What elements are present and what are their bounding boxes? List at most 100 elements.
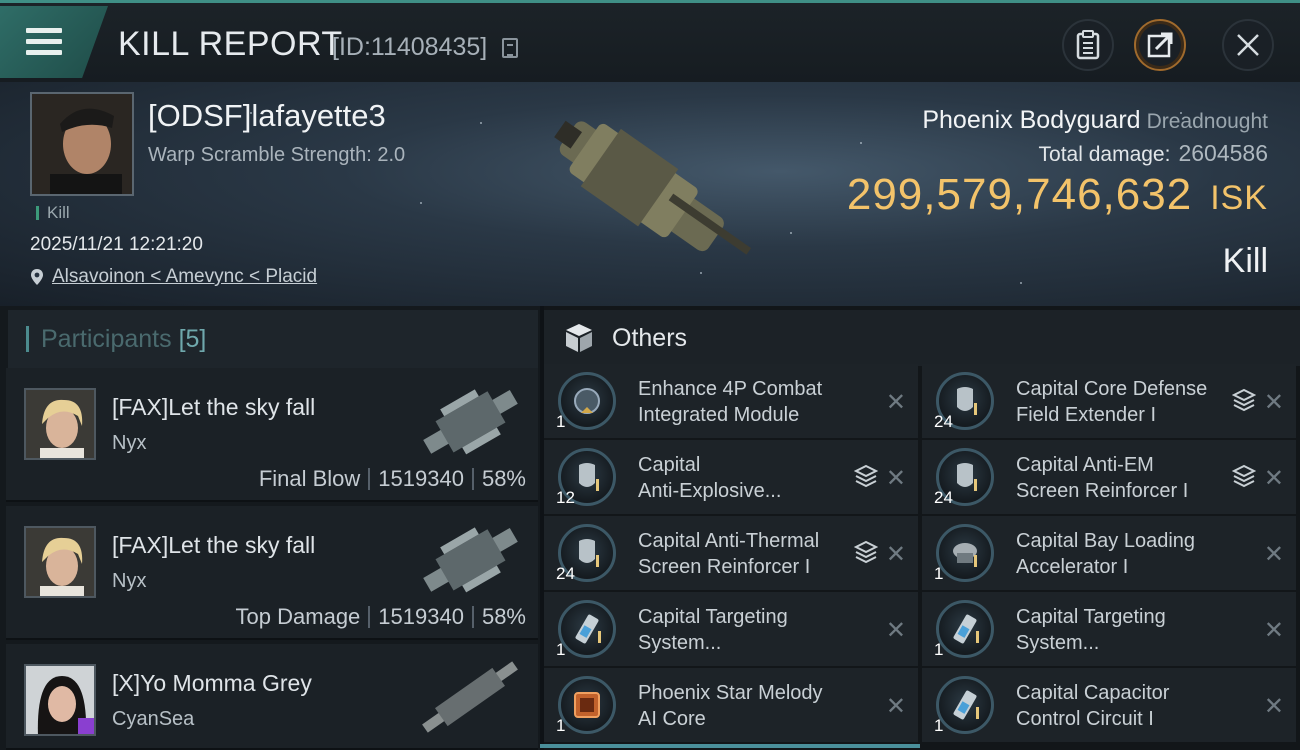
item-quantity: 24: [556, 564, 575, 583]
close-button[interactable]: [1222, 19, 1274, 71]
item-name: Capital Targeting System...: [638, 604, 848, 656]
item-name-line1: Phoenix Star Melody: [638, 682, 823, 704]
item-cell[interactable]: 24 Capital Anti-EM Screen Reinforcer I ✕: [922, 440, 1296, 514]
victim-panel: [ODSF]lafayette3 Warp Scramble Strength:…: [0, 82, 1300, 306]
participant-avatar: [24, 388, 96, 460]
stack-icon[interactable]: [1231, 464, 1257, 493]
destroyed-x-icon: ✕: [1263, 693, 1284, 720]
item-cell[interactable]: 1 Enhance 4P Combat Integrated Module ✕: [544, 364, 918, 438]
participant-role: Final Blow: [258, 466, 361, 491]
item-quantity: 12: [556, 488, 575, 507]
kill-location[interactable]: Alsavoinon < Amevync < Placid: [30, 266, 317, 288]
item-quantity: 1: [934, 640, 944, 659]
item-name: Capital Capacitor Control Circuit I: [1016, 680, 1226, 732]
item-name-line1: Capital Capacitor: [1016, 682, 1170, 704]
ship-class: Dreadnought: [1146, 110, 1268, 133]
location-link[interactable]: Alsavoinon < Amevync < Placid: [52, 266, 317, 288]
item-name: Capital Anti-Explosive...: [638, 452, 848, 504]
item-name-line1: Capital Targeting: [1016, 606, 1166, 628]
battery-module-icon: [558, 600, 616, 658]
item-name-line1: Capital Bay Loading: [1016, 530, 1196, 552]
location-pin-icon: [31, 269, 43, 285]
item-cell[interactable]: 12 Capital Anti-Explosive... ✕: [544, 440, 918, 514]
participant-name: [X]Yo Momma Grey: [112, 670, 312, 696]
isk-value: 299,579,746,632 ISK: [847, 170, 1268, 220]
item-cell[interactable]: 24 Capital Anti-Thermal Screen Reinforcer …: [544, 516, 918, 590]
ai-core-icon: [558, 676, 616, 734]
destroyed-x-icon: ✕: [885, 693, 906, 720]
destroyed-x-icon: ✕: [885, 541, 906, 568]
item-name-line2: Control Circuit I: [1016, 708, 1154, 730]
item-name-line1: Capital Targeting: [638, 606, 788, 628]
isk-unit: ISK: [1210, 179, 1268, 217]
participant-damage: 1519340: [378, 466, 464, 491]
stack-icon[interactable]: [1231, 388, 1257, 417]
kill-datetime: 2025/11/21 12:21:20: [30, 234, 203, 255]
destroyed-x-icon: ✕: [1263, 617, 1284, 644]
victim-name[interactable]: [ODSF]lafayette3: [148, 98, 386, 134]
others-header: Others: [544, 310, 1300, 366]
item-name: Capital Bay Loading Accelerator I: [1016, 528, 1226, 580]
participant-row[interactable]: [X]Yo Momma Grey CyanSea: [6, 644, 538, 750]
item-name-line1: Capital Anti-EM: [1016, 454, 1154, 476]
victim-ship[interactable]: Phoenix Bodyguard Dreadnought: [922, 106, 1268, 135]
victim-avatar[interactable]: [30, 92, 134, 196]
item-name-line1: Capital: [638, 454, 701, 476]
item-quantity: 1: [556, 640, 566, 659]
item-name-line2: Field Extender I: [1016, 404, 1157, 426]
stack-icon[interactable]: [853, 540, 879, 569]
scroll-indicator: [540, 744, 920, 748]
participants-count: [5]: [178, 325, 207, 353]
item-name: Capital Core Defense Field Extender I: [1016, 376, 1226, 428]
share-button[interactable]: [1134, 19, 1186, 71]
item-quantity: 1: [934, 716, 944, 735]
menu-button[interactable]: [0, 6, 108, 78]
loader-module-icon: [936, 524, 994, 582]
item-name-line2: System...: [1016, 632, 1100, 654]
item-cell[interactable]: 1 Capital Targeting System... ✕: [922, 592, 1296, 666]
destroyed-x-icon: ✕: [885, 389, 906, 416]
participants-header: Participants [5]: [8, 310, 538, 368]
total-damage: Total damage: 2604586: [1039, 140, 1268, 167]
item-name-line2: Screen Reinforcer I: [1016, 480, 1189, 502]
close-icon: [1237, 34, 1259, 56]
item-cell[interactable]: 1 Phoenix Star Melody AI Core ✕: [544, 668, 918, 742]
item-name-line2: Screen Reinforcer I: [638, 556, 811, 578]
destroyed-x-icon: ✕: [1263, 465, 1284, 492]
destroyed-x-icon: ✕: [1263, 541, 1284, 568]
item-name: Enhance 4P Combat Integrated Module: [638, 376, 848, 428]
item-name-line1: Capital Core Defense: [1016, 378, 1208, 400]
copy-icon[interactable]: [502, 38, 518, 58]
item-quantity: 1: [556, 412, 566, 431]
participant-avatar: [24, 664, 96, 736]
participant-ship-image: [423, 527, 518, 593]
participant-row[interactable]: [FAX]Let the sky fall Nyx Top Damage 1519…: [6, 506, 538, 640]
others-label: Others: [612, 324, 688, 352]
participants-label: Participants: [41, 325, 172, 353]
clipboard-button[interactable]: [1062, 19, 1114, 71]
item-cell[interactable]: 1 Capital Capacitor Control Circuit I ✕: [922, 668, 1296, 742]
participant-damage: 1519340: [378, 604, 464, 629]
item-name-line2: AI Core: [638, 708, 706, 730]
item-cell[interactable]: 24 Capital Core Defense Field Extender I ✕: [922, 364, 1296, 438]
result-label: Kill: [1222, 242, 1268, 280]
item-name-line2: Anti-Explosive...: [638, 480, 782, 502]
participant-stats: Top Damage 1519340 58%: [236, 604, 526, 630]
others-panel: Others 1 Enhance 4P Combat Integrated Modu…: [544, 306, 1300, 750]
destroyed-x-icon: ✕: [1263, 389, 1284, 416]
item-name: Capital Targeting System...: [1016, 604, 1226, 656]
report-id: [ID:11408435]: [332, 33, 488, 61]
participant-row[interactable]: [FAX]Let the sky fall Nyx Final Blow 1519…: [6, 368, 538, 502]
item-name-line2: System...: [638, 632, 722, 654]
cargo-box-icon: [566, 324, 592, 352]
warp-scramble-strength: Warp Scramble Strength: 2.0: [148, 144, 406, 166]
participant-stats: Final Blow 1519340 58%: [259, 466, 526, 492]
item-quantity: 24: [934, 488, 953, 507]
battery-module-icon: [936, 676, 994, 734]
item-cell[interactable]: 1 Capital Targeting System... ✕: [544, 592, 918, 666]
stack-icon[interactable]: [853, 464, 879, 493]
clipboard-icon: [1076, 30, 1100, 60]
item-name: Phoenix Star Melody AI Core: [638, 680, 848, 732]
item-cell[interactable]: 1 Capital Bay Loading Accelerator I ✕: [922, 516, 1296, 590]
kill-tag: Kill: [36, 204, 70, 221]
